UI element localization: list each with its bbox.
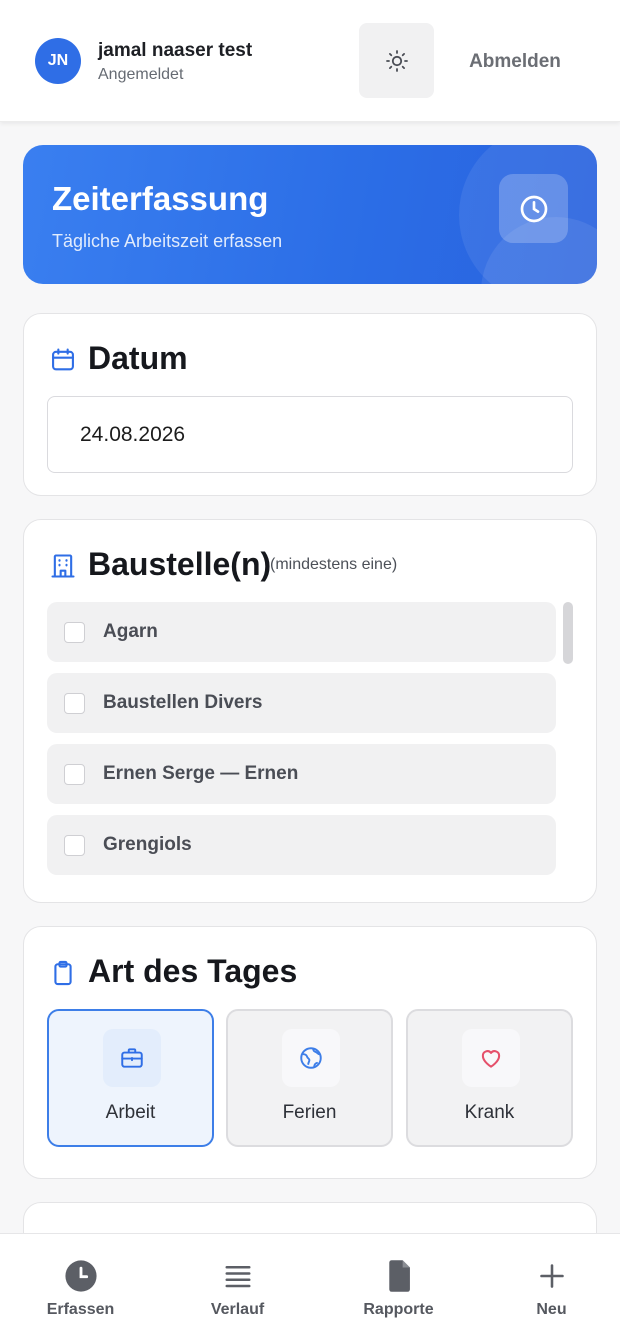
user-status: Angemeldet	[98, 66, 184, 83]
app-header: JN jamal naaser test Angemeldet Abmelden	[0, 0, 620, 122]
checkbox[interactable]	[64, 692, 85, 714]
day-type-label: Krank	[464, 1102, 515, 1123]
list-item[interactable]: Baustellen Divers	[47, 673, 556, 733]
hero-banner: Zeiterfassung Tägliche Arbeitszeit erfas…	[23, 145, 597, 284]
day-type-card: Art des Tages Arbeit Ferien Krank	[23, 926, 597, 1179]
list-item-label: Grengiols	[103, 834, 192, 855]
globe-icon	[300, 1047, 322, 1069]
nav-label: Neu	[536, 1301, 567, 1318]
list-item-label: Baustellen Divers	[103, 692, 263, 713]
scrollbar[interactable]	[563, 600, 573, 880]
date-input[interactable]: 24.08.2026	[47, 396, 573, 473]
site-hint: (mindestens eine)	[270, 556, 398, 573]
day-type-arbeit-button[interactable]: Arbeit	[47, 1009, 214, 1147]
site-list[interactable]: Agarn Baustellen Divers Ernen Serge — Er…	[47, 600, 577, 878]
day-type-title: Art des Tages	[88, 953, 298, 989]
nav-item-erfassen[interactable]: Erfassen	[3, 1234, 158, 1344]
nav-label: Erfassen	[46, 1301, 115, 1318]
page-title: Zeiterfassung	[52, 180, 269, 217]
plus-icon	[539, 1264, 564, 1288]
checkbox[interactable]	[64, 834, 85, 856]
day-type-krank-button[interactable]: Krank	[406, 1009, 573, 1147]
site-card: Baustelle(n) (mindestens eine) Agarn Bau…	[23, 519, 597, 903]
list-item[interactable]: Ernen Serge — Ernen	[47, 744, 556, 804]
hero-icon-box	[499, 174, 568, 243]
user-name: jamal naaser test	[98, 40, 253, 61]
checkbox[interactable]	[64, 763, 85, 785]
list-item-label: Agarn	[103, 621, 158, 642]
heart-icon	[481, 1050, 501, 1068]
date-card: Datum 24.08.2026	[23, 313, 597, 496]
logout-button[interactable]: Abmelden	[452, 42, 578, 82]
list-item[interactable]: Agarn	[47, 602, 556, 662]
avatar[interactable]: JN	[35, 38, 81, 84]
briefcase-icon	[121, 1048, 143, 1068]
list-icon	[225, 1266, 250, 1288]
clock-icon	[520, 195, 547, 222]
list-item-label: Ernen Serge — Ernen	[103, 763, 299, 784]
document-icon	[388, 1260, 410, 1292]
bottom-nav: Erfassen Verlauf Rapporte Neu	[0, 1233, 620, 1344]
building-icon	[51, 554, 75, 578]
nav-item-rapporte[interactable]: Rapporte	[321, 1234, 476, 1344]
site-title: Baustelle(n)	[88, 546, 272, 582]
nav-item-verlauf[interactable]: Verlauf	[160, 1234, 315, 1344]
sun-icon	[385, 49, 408, 72]
clipboard-icon	[54, 960, 72, 986]
nav-label: Rapporte	[363, 1301, 434, 1318]
nav-label: Verlauf	[210, 1301, 265, 1318]
day-type-label: Arbeit	[105, 1102, 156, 1123]
day-type-label: Ferien	[282, 1102, 337, 1123]
day-type-ferien-button[interactable]: Ferien	[226, 1009, 393, 1147]
page-subtitle: Tägliche Arbeitszeit erfassen	[52, 231, 283, 251]
checkbox[interactable]	[64, 621, 85, 643]
theme-toggle-button[interactable]	[359, 23, 434, 98]
calendar-icon	[52, 348, 74, 371]
nav-item-neu[interactable]: Neu	[474, 1234, 620, 1344]
list-item[interactable]: Grengiols	[47, 815, 556, 875]
scrollbar-thumb[interactable]	[563, 602, 573, 664]
date-title: Datum	[88, 340, 188, 376]
clock-icon	[64, 1260, 97, 1292]
